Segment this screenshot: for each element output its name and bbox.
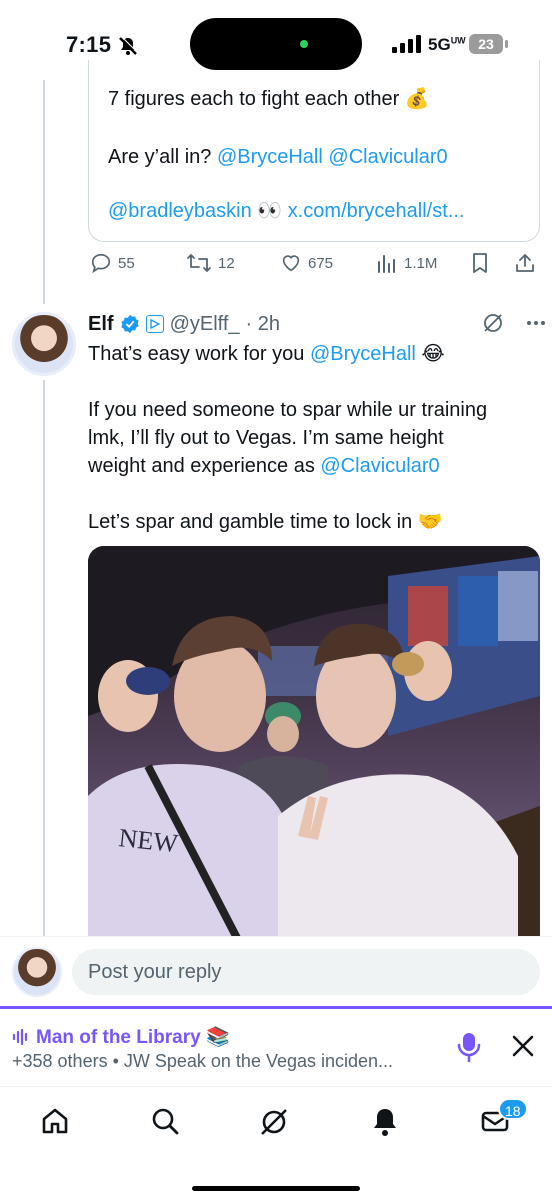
bookmark-button[interactable] — [470, 252, 490, 274]
clock: 7:15 — [66, 32, 112, 57]
author-name[interactable]: Elf — [88, 313, 114, 336]
tweet-text-line: If you need someone to spar while ur tra… — [88, 399, 488, 421]
reply-count: 55 — [118, 254, 135, 272]
close-icon[interactable] — [510, 1033, 536, 1059]
repost-count: 12 — [218, 254, 235, 272]
like-count: 675 — [308, 254, 334, 272]
quoted-text-line: Are y’all in? @BryceHall @Clavicular0 — [108, 146, 448, 168]
repost-icon — [187, 254, 211, 272]
mention-link[interactable]: @Clavicular0 — [320, 455, 439, 477]
silent-mode-icon — [118, 36, 138, 61]
heart-icon — [282, 255, 300, 272]
reply-button[interactable]: 55 — [90, 252, 135, 274]
tweet-text-line: That’s easy work for you @BryceHall 😂 — [88, 343, 445, 365]
notifications-icon[interactable] — [370, 1106, 400, 1138]
bookmark-icon — [473, 253, 487, 273]
battery-tip — [505, 40, 508, 48]
svg-text:NEW: NEW — [117, 823, 179, 858]
network-type: 5GUW — [428, 35, 466, 54]
bottom-nav: 18 — [0, 1088, 552, 1200]
tweet-header: Elf @yElff_ · 2h — [88, 310, 280, 338]
mention-link[interactable]: @BryceHall — [310, 343, 416, 365]
spaces-dock[interactable]: Man of the Library 📚 +358 others • JW Sp… — [0, 1009, 552, 1087]
tweet-photo[interactable]: NEW — [88, 546, 540, 940]
battery-level: 23 — [469, 34, 503, 54]
search-icon[interactable] — [150, 1106, 180, 1136]
home-indicator — [192, 1186, 360, 1191]
reply-composer — [0, 936, 552, 1008]
like-button[interactable]: 675 — [280, 252, 333, 274]
space-subtitle: +358 others • JW Speak on the Vegas inci… — [12, 1051, 394, 1071]
messages-badge: 18 — [498, 1098, 528, 1120]
views-button[interactable]: 1.1M — [376, 252, 437, 274]
mention-link[interactable]: @Clavicular0 — [328, 146, 447, 168]
author-handle[interactable]: @yElff_ — [170, 313, 240, 336]
audio-wave-icon — [12, 1028, 28, 1046]
more-options-icon[interactable] — [524, 312, 548, 334]
quoted-text-line: @bradleybaskin 👀 x.com/brycehall/st... — [108, 200, 465, 222]
signal-icon — [392, 35, 422, 58]
tweet-text-line: lmk, I’ll fly out to Vegas. I’m same hei… — [88, 427, 444, 449]
share-button[interactable] — [514, 252, 536, 274]
verified-badge-icon — [120, 314, 139, 334]
mention-link[interactable]: @bradleybaskin — [108, 200, 252, 222]
grok-icon[interactable] — [482, 312, 504, 334]
tweet-actions: 55 12 675 1.1M — [0, 252, 552, 282]
home-icon[interactable] — [40, 1106, 70, 1136]
view-count: 1.1M — [404, 254, 438, 272]
tweet-text-line: weight and experience as @Clavicular0 — [88, 455, 440, 477]
tweet-time: · 2h — [245, 312, 280, 335]
affiliate-badge-icon — [145, 315, 164, 333]
views-icon — [378, 255, 395, 273]
photo-illustration: NEW — [88, 546, 540, 940]
avatar[interactable] — [12, 312, 76, 376]
tweet-text-line: Let’s spar and gamble time to lock in 🤝 — [88, 511, 443, 533]
space-title: Man of the Library 📚 — [36, 1027, 230, 1048]
share-icon — [516, 254, 534, 272]
mention-link[interactable]: @BryceHall — [217, 146, 323, 168]
reply-icon — [91, 253, 111, 274]
microphone-icon[interactable] — [456, 1031, 482, 1063]
thread-line — [43, 380, 45, 940]
grok-icon[interactable] — [258, 1106, 290, 1138]
space-title-row: Man of the Library 📚 — [12, 1025, 230, 1049]
camera-indicator — [300, 40, 308, 48]
tweet-header-actions — [482, 312, 548, 334]
quoted-text-line: 7 figures each to fight each other 💰 — [108, 88, 430, 110]
url-link[interactable]: x.com/brycehall/st... — [288, 200, 465, 222]
avatar[interactable] — [12, 947, 62, 997]
reply-input[interactable] — [72, 949, 540, 995]
repost-button[interactable]: 12 — [186, 252, 235, 274]
